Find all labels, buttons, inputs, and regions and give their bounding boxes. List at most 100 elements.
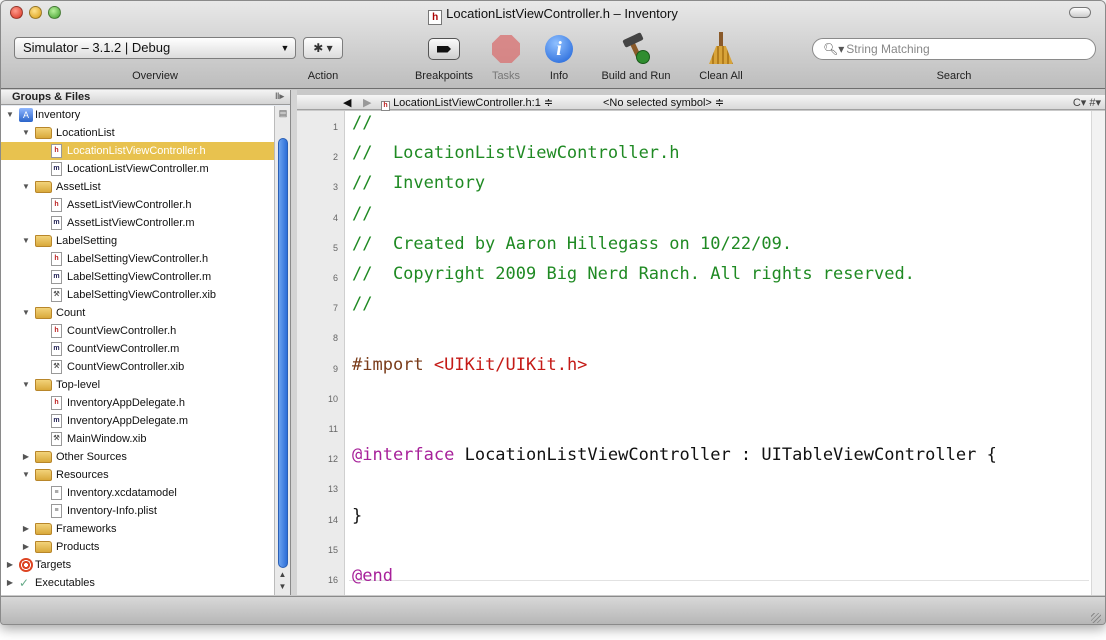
code-line[interactable]: @end: [352, 566, 393, 586]
tree-group-row[interactable]: ▼ Resources: [1, 466, 275, 484]
tree-file-row[interactable]: ≡ Inventory.xcdatamodel: [1, 484, 275, 502]
tree-group-row[interactable]: ▶ Products: [1, 538, 275, 556]
hammer-icon: [619, 32, 653, 65]
code-line[interactable]: // Copyright 2009 Big Nerd Ranch. All ri…: [352, 264, 915, 284]
search-field[interactable]: 🔍︎▾ String Matching: [812, 38, 1096, 60]
resize-grip-icon[interactable]: [1091, 613, 1101, 623]
tree-group-row[interactable]: ▶ Frameworks: [1, 520, 275, 538]
tree-group-row[interactable]: ▼ LocationList: [1, 124, 275, 142]
nav-right-controls[interactable]: C▾ #▾: [1073, 96, 1101, 109]
overview-value: Simulator – 3.1.2 | Debug: [23, 40, 171, 55]
tree-file-row[interactable]: ⚒ MainWindow.xib: [1, 430, 275, 448]
folder-icon: [35, 181, 52, 193]
code-line[interactable]: #import <UIKit/UIKit.h>: [352, 355, 587, 375]
disclosure-open-icon[interactable]: ▼: [21, 304, 31, 322]
code-text-area[interactable]: // // LocationListViewController.h // Inve…: [349, 111, 1089, 586]
groups-and-files-sidebar: Groups & Files ‖▸ ▼ A Inventory ▼ LocationLi…: [1, 90, 291, 595]
tree-file-row[interactable]: h InventoryAppDelegate.h: [1, 394, 275, 412]
code-line[interactable]: // LocationListViewController.h: [352, 143, 680, 163]
tree-item-label: LabelSettingViewController.xib: [67, 289, 216, 301]
search-icon: 🔍︎▾: [823, 42, 845, 56]
disclosure-open-icon[interactable]: ▼: [21, 124, 31, 142]
xib-file-icon: ⚒: [51, 360, 62, 374]
tree-file-row[interactable]: m InventoryAppDelegate.m: [1, 412, 275, 430]
code-line[interactable]: }: [352, 506, 362, 526]
code-line[interactable]: // Inventory: [352, 173, 485, 193]
overview-label: Overview: [132, 70, 178, 82]
breakpoints-button[interactable]: [424, 31, 464, 67]
tree-group-row[interactable]: ▼ AssetList: [1, 178, 275, 196]
sidebar-scroll-thumb[interactable]: [278, 138, 288, 568]
status-bar: [1, 596, 1105, 624]
document-file-icon: ≡: [51, 504, 62, 518]
tree-item-label: MainWindow.xib: [67, 433, 147, 445]
tree-file-row[interactable]: m CountViewController.m: [1, 340, 275, 358]
tree-file-row[interactable]: m AssetListViewController.m: [1, 214, 275, 232]
code-line[interactable]: @interface LocationListViewController : …: [352, 445, 997, 465]
action-button[interactable]: ✱ ▾: [303, 37, 343, 59]
disclosure-closed-icon[interactable]: ▶: [5, 574, 15, 592]
line-number: 5: [332, 242, 338, 253]
tree-item-label: InventoryAppDelegate.m: [67, 415, 189, 427]
tree-file-row[interactable]: ≡ Inventory-Info.plist: [1, 502, 275, 520]
tree-group-row[interactable]: ▼ LabelSetting: [1, 232, 275, 250]
nav-forward-button[interactable]: ▶: [363, 96, 371, 109]
line-number-gutter: 1234567891011121314151617: [297, 111, 345, 615]
sidebar-scrollbar[interactable]: ▤ ▲ ▼: [274, 106, 290, 595]
file-history-popup[interactable]: h LocationListViewController.h:1 ≑: [381, 96, 553, 111]
tree-file-row[interactable]: m LocationListViewController.m: [1, 160, 275, 178]
build-and-run-button[interactable]: [616, 31, 656, 67]
disclosure-open-icon[interactable]: ▼: [21, 178, 31, 196]
tree-file-row[interactable]: h AssetListViewController.h: [1, 196, 275, 214]
folder-icon: [35, 307, 52, 319]
nav-back-button[interactable]: ◀: [343, 96, 351, 109]
overview-popup[interactable]: Simulator – 3.1.2 | Debug ▼: [14, 37, 296, 59]
tree-group-row[interactable]: ▼ Top-level: [1, 376, 275, 394]
tree-group-row[interactable]: ▶ Targets: [1, 556, 275, 574]
breakpoint-arrow-icon: [428, 38, 460, 60]
code-token: // Copyright 2009 Big Nerd Ranch. All ri…: [352, 264, 915, 284]
tasks-button[interactable]: [486, 31, 526, 67]
window-title: h LocationListViewController.h – Inventor…: [1, 6, 1105, 25]
tree-group-row[interactable]: ▼ Count: [1, 304, 275, 322]
tasks-label: Tasks: [491, 70, 521, 82]
tree-file-row[interactable]: ⚒ LabelSettingViewController.xib: [1, 286, 275, 304]
tree-file-row[interactable]: h LocationListViewController.h: [1, 142, 275, 160]
tree-item-label: AssetListViewController.h: [67, 199, 192, 211]
tree-file-row[interactable]: h CountViewController.h: [1, 322, 275, 340]
code-line[interactable]: //: [352, 294, 372, 314]
tree-file-row[interactable]: ⚒ CountViewController.xib: [1, 358, 275, 376]
code-line[interactable]: //: [352, 204, 372, 224]
code-line[interactable]: // Created by Aaron Hillegass on 10/22/0…: [352, 234, 792, 254]
line-number: 7: [332, 303, 338, 314]
disclosure-open-icon[interactable]: ▼: [21, 376, 31, 394]
toolbar-toggle-button[interactable]: [1069, 7, 1091, 18]
tree-item-label: Inventory.xcdatamodel: [67, 487, 177, 499]
tree-group-row[interactable]: ▶ Other Sources: [1, 448, 275, 466]
symbol-popup[interactable]: <No selected symbol> ≑: [603, 96, 724, 109]
file-tree[interactable]: ▼ A Inventory ▼ LocationList h LocationListVie…: [1, 106, 275, 595]
disclosure-closed-icon[interactable]: ▶: [21, 538, 31, 556]
tree-group-row[interactable]: ▼ A Inventory: [1, 106, 275, 124]
tree-group-row[interactable]: ▶ ✓ Executables: [1, 574, 275, 592]
code-token: <UIKit/UIKit.h>: [433, 354, 588, 375]
scroll-arrows[interactable]: ▲ ▼: [275, 569, 290, 595]
disclosure-open-icon[interactable]: ▼: [5, 106, 15, 124]
info-button[interactable]: i: [539, 31, 579, 67]
code-line[interactable]: //: [352, 113, 372, 133]
disclosure-closed-icon[interactable]: ▶: [21, 520, 31, 538]
implementation-file-icon: m: [51, 216, 62, 230]
code-editor[interactable]: 1234567891011121314151617 // // LocationL…: [297, 111, 1105, 615]
tree-item-label: Count: [56, 307, 86, 319]
disclosure-closed-icon[interactable]: ▶: [21, 448, 31, 466]
tree-file-row[interactable]: h LabelSettingViewController.h: [1, 250, 275, 268]
disclosure-closed-icon[interactable]: ▶: [5, 556, 15, 574]
disclosure-open-icon[interactable]: ▼: [21, 466, 31, 484]
tree-file-row[interactable]: m LabelSettingViewController.m: [1, 268, 275, 286]
search-placeholder: String Matching: [846, 42, 930, 56]
code-token: //: [352, 113, 373, 133]
clean-all-button[interactable]: [701, 31, 741, 67]
editor-scrollbar[interactable]: [1091, 111, 1105, 595]
split-handle-icon[interactable]: ‖▸: [275, 91, 284, 102]
disclosure-open-icon[interactable]: ▼: [21, 232, 31, 250]
